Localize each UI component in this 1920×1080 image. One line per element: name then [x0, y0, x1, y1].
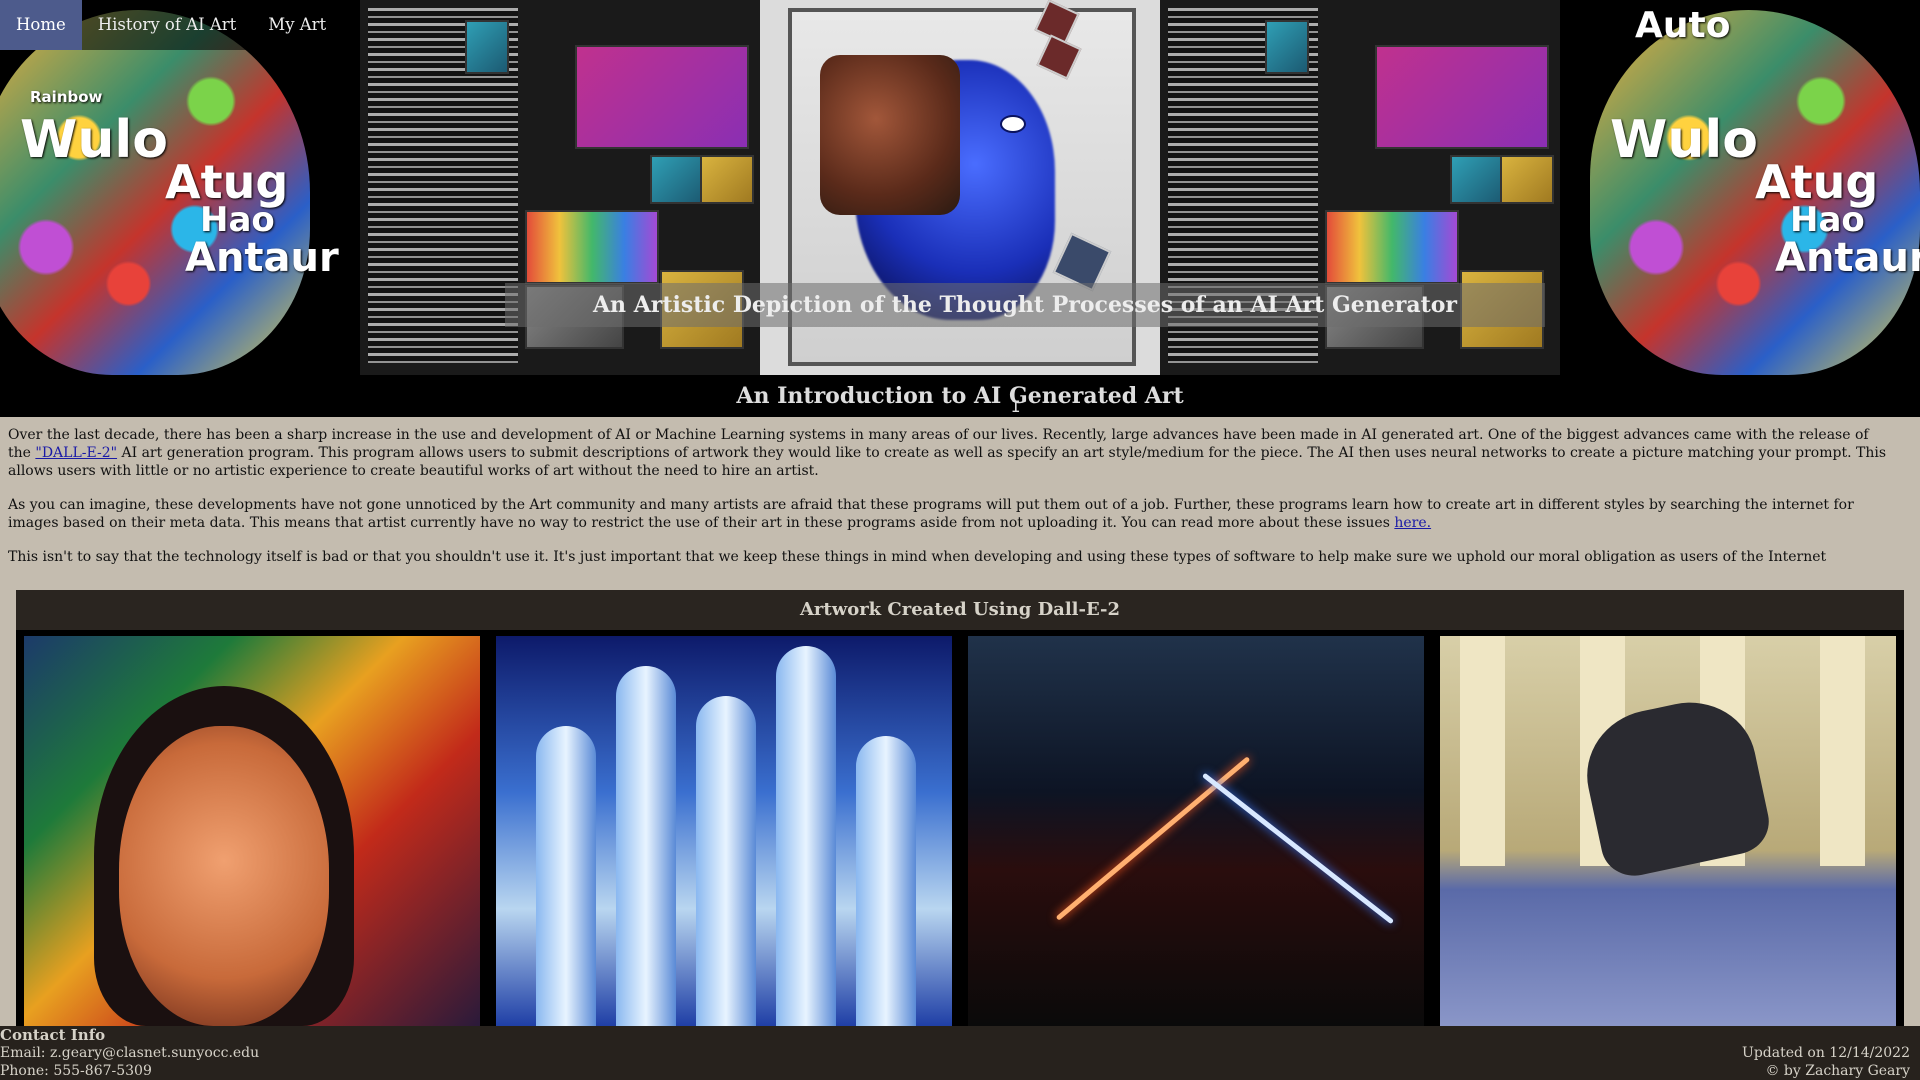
copyright: © by Zachary Geary [1765, 1063, 1910, 1079]
nav-history-of-ai-art[interactable]: History of AI Art [82, 0, 253, 50]
intro-paragraph-3: This isn't to say that the technology it… [8, 549, 1827, 565]
gallery-image-lightsaber-duel[interactable] [968, 636, 1424, 1026]
intro-paragraph-2: As you can imagine, these developments h… [8, 497, 1854, 531]
main-nav: Home History of AI Art My Art [0, 0, 343, 50]
hero-banner: Wulo Atug Hao Antaur Rainbow Auto Wulo A… [0, 0, 1920, 375]
gallery-title: Artwork Created Using Dall-E-2 [16, 590, 1904, 630]
gallery-image-jumping-man[interactable] [1440, 636, 1896, 1026]
contact-info: Contact Info Email: z.geary@clasnet.suny… [0, 1026, 259, 1080]
page-footer: Contact Info Email: z.geary@clasnet.suny… [0, 1026, 1920, 1080]
head-word: Antaur [1775, 235, 1920, 281]
intro-content: Over the last decade, there has been a s… [8, 426, 1893, 582]
banner-caption: An Artistic Depiction of the Thought Pro… [505, 283, 1545, 327]
contact-phone: Phone: 555-867-5309 [0, 1063, 152, 1079]
gallery-image-astronaut-woman[interactable] [24, 636, 480, 1026]
dall-e-2-link[interactable]: "DALL-E-2" [35, 445, 117, 461]
footer-meta: Updated on 12/14/2022 © by Zachary Geary [1742, 1044, 1910, 1080]
head-word: Hao [1790, 200, 1865, 240]
contact-heading: Contact Info [0, 1026, 106, 1044]
gallery-image-futuristic-city[interactable] [496, 636, 952, 1026]
head-word: Auto [1635, 5, 1731, 46]
contact-email: Email: z.geary@clasnet.sunyocc.edu [0, 1045, 260, 1061]
head-word: Wulo [1610, 110, 1758, 170]
head-word: Rainbow [30, 88, 103, 106]
nav-my-art[interactable]: My Art [252, 0, 342, 50]
updated-date: Updated on 12/14/2022 [1742, 1045, 1910, 1061]
head-word: Hao [200, 200, 275, 240]
head-word: Wulo [20, 110, 168, 170]
intro-paragraph-1: Over the last decade, there has been a s… [8, 427, 1887, 479]
banner-image-wordcloud-head-right: Auto Wulo Atug Hao Antaur [1560, 0, 1920, 375]
head-word: Antaur [185, 235, 339, 281]
issues-link[interactable]: here. [1394, 515, 1431, 531]
banner-image-wordcloud-head-left: Wulo Atug Hao Antaur Rainbow [0, 0, 360, 375]
artwork-gallery: Artwork Created Using Dall-E-2 [16, 590, 1904, 1026]
page-title: An Introduction to AI Generated Art [0, 375, 1920, 417]
text-cursor-icon: I [1011, 397, 1021, 416]
nav-home[interactable]: Home [0, 0, 82, 50]
